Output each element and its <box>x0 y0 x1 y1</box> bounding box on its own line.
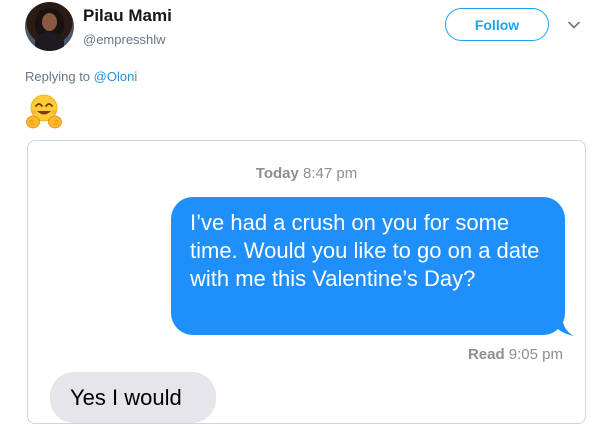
follow-button[interactable]: Follow <box>445 8 549 41</box>
avatar-face <box>42 13 57 31</box>
received-message-text: Yes I would <box>70 385 182 410</box>
tweet: Pilau Mami @empresshlw Follow Replying t… <box>0 0 596 427</box>
replying-to-prefix: Replying to <box>25 69 94 84</box>
author-display-name[interactable]: Pilau Mami <box>83 6 172 26</box>
read-time: 9:05 pm <box>508 346 563 363</box>
hugging-face-icon <box>26 94 62 129</box>
read-label: Read <box>467 346 505 363</box>
conversation-timestamp: Today 8:47 pm <box>28 165 585 182</box>
mention-link[interactable]: @Oloni <box>94 69 138 84</box>
avatar-body <box>35 32 64 51</box>
author-handle[interactable]: @empresshlw <box>83 32 166 47</box>
sent-message-text: I’ve had a crush on you for some time. W… <box>190 210 540 291</box>
follow-button-label: Follow <box>474 16 520 33</box>
chevron-down-icon[interactable] <box>567 18 581 32</box>
embedded-screenshot-card[interactable]: Today 8:47 pm I’ve had a crush on you fo… <box>27 140 586 424</box>
read-receipt: Read 9:05 pm <box>468 346 563 363</box>
timestamp-day: Today <box>255 165 299 182</box>
bubble-tail-icon <box>552 314 574 336</box>
sent-message-bubble: I’ve had a crush on you for some time. W… <box>171 197 574 336</box>
avatar[interactable] <box>25 2 74 51</box>
received-message-bubble: Yes I would <box>50 372 216 423</box>
timestamp-time: 8:47 pm <box>303 165 358 182</box>
replying-to-line: Replying to @Oloni <box>25 69 137 84</box>
